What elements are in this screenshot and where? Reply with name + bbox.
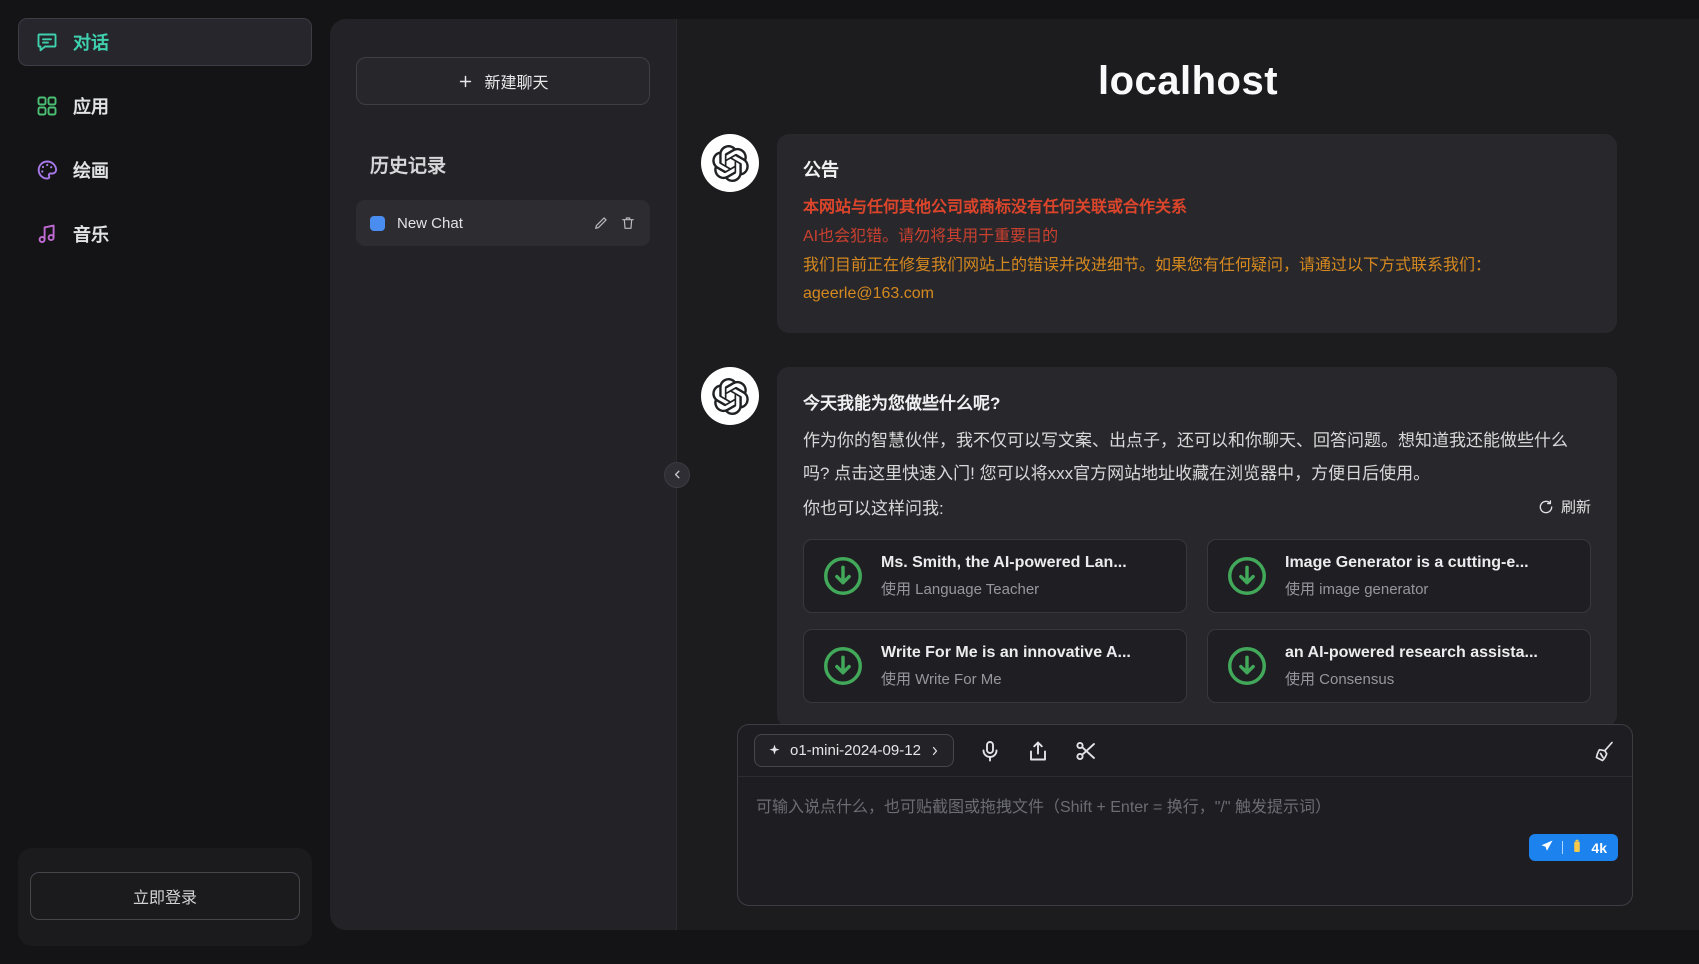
model-name: o1-mini-2024-09-12 (790, 742, 921, 759)
divider (1562, 841, 1563, 854)
announcement-line: AI也会犯错。请勿将其用于重要目的 (803, 223, 1591, 252)
send-button[interactable]: 4k (1529, 834, 1618, 861)
history-panel: 新建聊天 历史记录 New Chat (330, 19, 677, 930)
history-item-label: New Chat (397, 215, 581, 232)
delete-icon[interactable] (620, 215, 636, 231)
sidebar-item-label: 音乐 (73, 221, 109, 247)
upload-icon (1026, 739, 1050, 763)
refresh-button[interactable]: 刷新 (1538, 496, 1591, 517)
chat-icon (35, 30, 59, 54)
refresh-icon (1538, 499, 1554, 515)
composer-footer: 4k (1529, 834, 1618, 861)
ask-row: 你也可以这样问我: 刷新 (803, 494, 1591, 519)
page-title: localhost (677, 59, 1699, 104)
palette-icon (35, 158, 59, 182)
assistant-message: 公告 本网站与任何其他公司或商标没有任何关联或合作关系 AI也会犯错。请勿将其用… (701, 134, 1699, 333)
chat-input[interactable] (738, 777, 1632, 905)
welcome-title: 今天我能为您做些什么呢? (803, 389, 1591, 414)
suggestion-text: Image Generator is a cutting-e... 使用 ima… (1285, 554, 1529, 599)
announcement-title: 公告 (803, 156, 1591, 182)
sidebar-item-label: 绘画 (73, 157, 109, 183)
assistant-avatar (701, 134, 759, 192)
suggestion-title: Write For Me is an innovative A... (881, 644, 1131, 662)
assistant-message: 今天我能为您做些什么呢? 作为你的智慧伙伴，我不仅可以写文案、出点子，还可以和你… (701, 367, 1699, 724)
suggestion-subtitle: 使用 Write For Me (881, 668, 1131, 689)
suggestion-card[interactable]: Image Generator is a cutting-e... 使用 ima… (1207, 539, 1591, 613)
main-panel: 新建聊天 历史记录 New Chat localhost (330, 19, 1699, 930)
apps-icon (35, 94, 59, 118)
sidebar-item-paint[interactable]: 绘画 (18, 146, 312, 194)
suggestion-card[interactable]: an AI-powered research assista... 使用 Con… (1207, 629, 1591, 703)
announcement-bubble: 公告 本网站与任何其他公司或商标没有任何关联或合作关系 AI也会犯错。请勿将其用… (777, 134, 1617, 333)
sidebar-item-music[interactable]: 音乐 (18, 210, 312, 258)
circle-down-arrow-icon (1224, 643, 1270, 689)
composer-toolbar: o1-mini-2024-09-12 (738, 725, 1632, 777)
paper-plane-icon (1540, 839, 1554, 856)
sidebar: 对话 应用 绘画 音乐 立即登录 (0, 0, 330, 964)
new-chat-label: 新建聊天 (484, 69, 548, 93)
message-list: 公告 本网站与任何其他公司或商标没有任何关联或合作关系 AI也会犯错。请勿将其用… (677, 104, 1699, 724)
circle-down-arrow-icon (820, 553, 866, 599)
refresh-label: 刷新 (1561, 496, 1591, 517)
suggestion-text: Write For Me is an innovative A... 使用 Wr… (881, 644, 1131, 689)
circle-down-arrow-icon (820, 643, 866, 689)
suggestion-text: Ms. Smith, the AI-powered Lan... 使用 Lang… (881, 554, 1127, 599)
history-item-actions (593, 215, 636, 231)
broom-icon (1592, 739, 1616, 763)
suggestion-text: an AI-powered research assista... 使用 Con… (1285, 644, 1538, 689)
token-count: 4k (1591, 840, 1607, 856)
suggestion-title: an AI-powered research assista... (1285, 644, 1538, 662)
chat-area: localhost 公告 本网站与任何其他公司或商标没有任何关联或合作关系 AI… (677, 19, 1699, 930)
welcome-body: 作为你的智慧伙伴，我不仅可以写文案、出点子，还可以和你聊天、回答问题。想知道我还… (803, 424, 1591, 490)
sidebar-item-label: 应用 (73, 93, 109, 119)
chevron-left-icon (671, 468, 684, 481)
openai-logo-icon (712, 145, 749, 182)
announcement-line: 本网站与任何其他公司或商标没有任何关联或合作关系 (803, 194, 1591, 223)
music-icon (35, 222, 59, 246)
clear-context-button[interactable] (1592, 739, 1616, 763)
suggestion-card[interactable]: Ms. Smith, the AI-powered Lan... 使用 Lang… (803, 539, 1187, 613)
suggestion-subtitle: 使用 Consensus (1285, 668, 1538, 689)
suggestion-card[interactable]: Write For Me is an innovative A... 使用 Wr… (803, 629, 1187, 703)
composer: o1-mini-2024-09-12 (737, 724, 1633, 906)
assistant-avatar (701, 367, 759, 425)
circle-down-arrow-icon (1224, 553, 1270, 599)
plus-icon (457, 73, 474, 90)
suggestion-subtitle: 使用 Language Teacher (881, 578, 1127, 599)
suggestion-grid: Ms. Smith, the AI-powered Lan... 使用 Lang… (803, 539, 1591, 703)
history-title: 历史记录 (370, 151, 650, 178)
ask-label: 你也可以这样问我: (803, 494, 944, 519)
voice-input-button[interactable] (978, 739, 1002, 763)
sidebar-item-apps[interactable]: 应用 (18, 82, 312, 130)
welcome-bubble: 今天我能为您做些什么呢? 作为你的智慧伙伴，我不仅可以写文案、出点子，还可以和你… (777, 367, 1617, 724)
edit-icon[interactable] (593, 215, 609, 231)
contact-email-link[interactable]: ageerle@163.com (803, 280, 934, 309)
suggestion-subtitle: 使用 image generator (1285, 578, 1529, 599)
scissors-icon (1074, 739, 1098, 763)
login-button[interactable]: 立即登录 (30, 872, 300, 920)
sparkle-icon (767, 743, 782, 758)
sidebar-item-chat[interactable]: 对话 (18, 18, 312, 66)
suggestion-title: Image Generator is a cutting-e... (1285, 554, 1529, 572)
openai-logo-icon (712, 378, 749, 415)
chat-color-chip (370, 216, 385, 231)
sidebar-item-label: 对话 (73, 29, 109, 55)
login-box: 立即登录 (18, 848, 312, 946)
upload-file-button[interactable] (1026, 739, 1050, 763)
model-selector[interactable]: o1-mini-2024-09-12 (754, 734, 954, 767)
suggestion-title: Ms. Smith, the AI-powered Lan... (881, 554, 1127, 572)
history-item[interactable]: New Chat (356, 200, 650, 246)
microphone-icon (978, 739, 1002, 763)
battery-icon (1571, 839, 1583, 856)
chevron-right-icon (929, 745, 941, 757)
announcement-line: 我们目前正在修复我们网站上的错误并改进细节。如果您有任何疑问，请通过以下方式联系… (803, 252, 1591, 281)
new-chat-button[interactable]: 新建聊天 (356, 57, 650, 105)
clip-screenshot-button[interactable] (1074, 739, 1098, 763)
collapse-sidebar-button[interactable] (664, 462, 690, 488)
